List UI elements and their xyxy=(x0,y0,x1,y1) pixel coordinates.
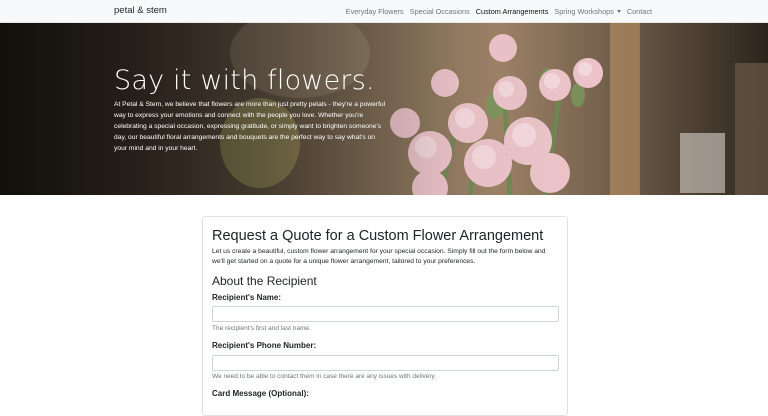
hero-text: At Petal & Stem, we believe that flowers… xyxy=(114,101,386,152)
brand-logo[interactable]: petal & stem xyxy=(114,5,167,16)
hero-title: Say it with flowers. xyxy=(114,65,375,96)
chevron-down-icon xyxy=(616,10,621,13)
nav-contact[interactable]: Contact xyxy=(627,7,652,16)
nav-custom-arrangements[interactable]: Custom Arrangements xyxy=(476,7,549,16)
nav-special-occasions[interactable]: Special Occasions xyxy=(410,7,470,16)
recipient-name-input[interactable] xyxy=(212,306,559,322)
recipient-phone-input[interactable] xyxy=(212,355,559,371)
recipient-phone-label: Recipient's Phone Number: xyxy=(212,341,317,350)
quote-form-card: Request a Quote for a Custom Flower Arra… xyxy=(202,216,568,416)
nav-spring-workshops-label: Spring Workshops xyxy=(554,7,614,16)
form-title: Request a Quote for a Custom Flower Arra… xyxy=(212,228,544,244)
nav-everyday-flowers[interactable]: Everyday Flowers xyxy=(346,7,404,16)
nav-spring-workshops[interactable]: Spring Workshops xyxy=(554,7,621,16)
nav-menu: Everyday Flowers Special Occasions Custo… xyxy=(346,7,652,16)
navbar: petal & stem Everyday Flowers Special Oc… xyxy=(0,0,768,23)
section-title-recipient: About the Recipient xyxy=(212,274,317,288)
recipient-name-label: Recipient's Name: xyxy=(212,293,282,302)
recipient-phone-help: We need to be able to contact them in ca… xyxy=(212,373,437,380)
recipient-name-help: The recipient's first and last name. xyxy=(212,325,311,332)
hero-banner: Say it with flowers. At Petal & Stem, we… xyxy=(0,23,768,195)
form-intro: Let us create a beautiful, custom flower… xyxy=(212,248,546,265)
